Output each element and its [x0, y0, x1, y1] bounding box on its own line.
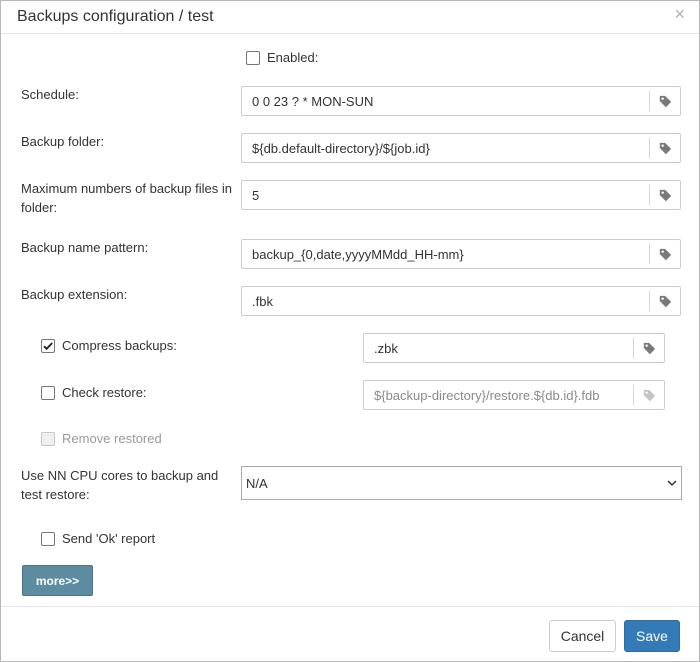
close-icon[interactable]: ×	[674, 5, 685, 23]
check-restore-tag-button	[633, 385, 664, 405]
enabled-label: Enabled:	[267, 50, 319, 65]
compress-label: Compress backups:	[62, 338, 177, 353]
tag-icon	[643, 342, 655, 354]
extension-value: .fbk	[252, 294, 273, 309]
dialog-header: Backups configuration / test ×	[1, 1, 699, 34]
check-restore-value: ${backup-directory}/restore.${db.id}.fdb	[374, 388, 600, 403]
backup-folder-input[interactable]: ${db.default-directory}/${job.id}	[241, 133, 681, 163]
extension-label: Backup extension:	[21, 287, 128, 302]
compress-extension-input[interactable]: .zbk	[363, 333, 665, 363]
cancel-button[interactable]: Cancel	[549, 620, 616, 652]
compress-tag-button[interactable]	[633, 338, 664, 358]
chevron-down-icon	[667, 480, 677, 487]
tag-icon	[659, 95, 671, 107]
backup-folder-label: Backup folder:	[21, 134, 105, 149]
cpu-cores-select[interactable]: N/A	[241, 466, 682, 500]
name-pattern-input[interactable]: backup_{0,date,yyyyMMdd_HH-mm}	[241, 239, 681, 269]
max-files-input[interactable]: 5	[241, 180, 681, 210]
tag-icon	[659, 142, 671, 154]
send-ok-checkbox[interactable]	[41, 532, 55, 546]
send-ok-label: Send 'Ok' report	[62, 531, 156, 546]
compress-extension-value: .zbk	[374, 341, 398, 356]
check-restore-label: Check restore:	[62, 385, 147, 400]
tag-icon	[659, 189, 671, 201]
more-button[interactable]: more>>	[22, 565, 93, 596]
schedule-value: 0 0 23 ? * MON-SUN	[252, 94, 374, 109]
save-button[interactable]: Save	[624, 620, 680, 652]
cpu-cores-value: N/A	[246, 476, 268, 491]
schedule-input[interactable]: 0 0 23 ? * MON-SUN	[241, 86, 681, 116]
backup-folder-tag-button[interactable]	[649, 138, 680, 158]
backups-config-dialog: Backups configuration / test × Enabled: …	[0, 0, 700, 662]
schedule-tag-button[interactable]	[649, 91, 680, 111]
schedule-label: Schedule:	[21, 87, 79, 102]
max-files-value: 5	[252, 188, 260, 203]
dialog-title: Backups configuration / test	[17, 8, 214, 25]
tag-icon	[659, 295, 671, 307]
name-pattern-tag-button[interactable]	[649, 244, 680, 264]
check-restore-input: ${backup-directory}/restore.${db.id}.fdb	[363, 380, 665, 410]
tag-icon	[659, 248, 671, 260]
remove-restored-checkbox	[41, 432, 55, 446]
cpu-cores-label: Use NN CPU cores to backup and test rest…	[21, 468, 219, 502]
name-pattern-label: Backup name pattern:	[21, 240, 149, 255]
enabled-checkbox[interactable]	[246, 51, 260, 65]
name-pattern-value: backup_{0,date,yyyyMMdd_HH-mm}	[252, 247, 464, 262]
check-restore-checkbox[interactable]	[41, 386, 55, 400]
extension-input[interactable]: .fbk	[241, 286, 681, 316]
remove-restored-label: Remove restored	[62, 431, 162, 446]
max-files-label: Maximum numbers of backup files in folde…	[21, 181, 232, 215]
backup-folder-value: ${db.default-directory}/${job.id}	[252, 141, 430, 156]
check-icon	[43, 342, 53, 351]
extension-tag-button[interactable]	[649, 291, 680, 311]
tag-icon	[643, 389, 655, 401]
compress-checkbox[interactable]	[41, 339, 55, 353]
max-files-tag-button[interactable]	[649, 185, 680, 205]
